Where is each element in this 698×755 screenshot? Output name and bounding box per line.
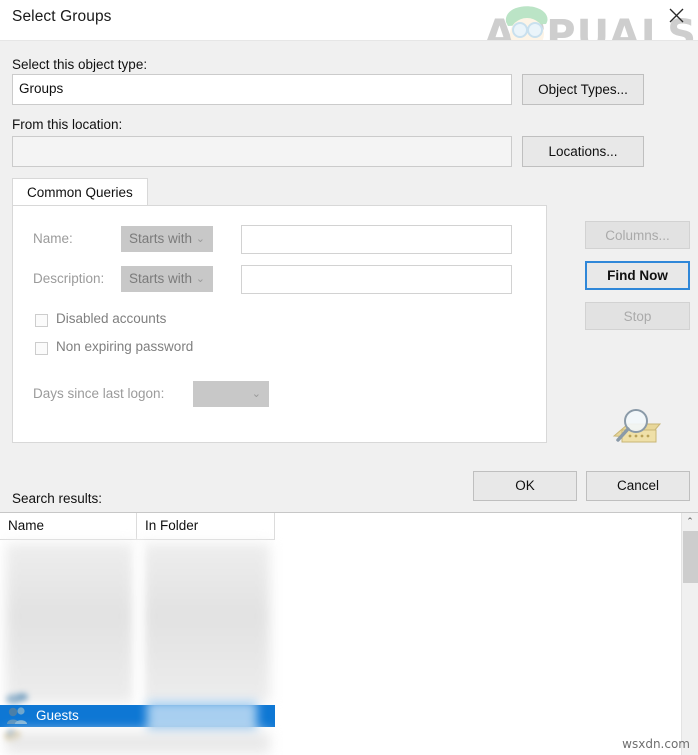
search-results-list: Name In Folder Guests ⌃ — [0, 512, 698, 755]
description-label: Description: — [33, 271, 105, 286]
name-operator-value: Starts with — [129, 231, 193, 246]
object-types-button[interactable]: Object Types... — [522, 74, 644, 105]
tab-common-queries[interactable]: Common Queries — [12, 178, 148, 206]
close-icon[interactable] — [658, 2, 694, 28]
title-bar: Select Groups APPUALS — [0, 0, 698, 58]
redacted-folder-column — [142, 543, 270, 703]
cancel-button[interactable]: Cancel — [586, 471, 690, 501]
dialog-content: Select this object type: Groups Object T… — [0, 40, 698, 516]
locations-button[interactable]: Locations... — [522, 136, 644, 167]
disabled-accounts-checkbox[interactable] — [35, 314, 48, 327]
days-since-last-logon-select[interactable]: ⌄ — [193, 381, 269, 407]
name-input[interactable] — [241, 225, 512, 254]
non-expiring-password-checkbox[interactable] — [35, 342, 48, 355]
chevron-down-icon: ⌄ — [195, 233, 205, 245]
redacted-rows-bottom — [6, 731, 270, 755]
object-type-field[interactable]: Groups — [12, 74, 512, 105]
common-queries-panel: Name: Starts with ⌄ Description: Starts … — [12, 205, 547, 443]
location-field[interactable] — [12, 136, 512, 167]
partial-row-below-selection — [4, 727, 264, 743]
results-scrollbar[interactable]: ⌃ — [681, 513, 698, 755]
table-row-name: Guests — [36, 708, 79, 723]
column-header-in-folder[interactable]: In Folder — [137, 513, 275, 540]
search-results-label: Search results: — [12, 491, 103, 506]
column-header-name[interactable]: Name — [0, 513, 137, 540]
description-operator-value: Starts with — [129, 271, 193, 286]
chevron-down-icon: ⌄ — [251, 388, 261, 400]
table-row[interactable]: Guests — [0, 705, 275, 727]
location-label: From this location: — [12, 117, 123, 132]
description-operator-select[interactable]: Starts with ⌄ — [121, 266, 213, 292]
chevron-down-icon: ⌄ — [195, 273, 205, 285]
name-operator-select[interactable]: Starts with ⌄ — [121, 226, 213, 252]
ok-button[interactable]: OK — [473, 471, 577, 501]
disabled-accounts-label: Disabled accounts — [56, 311, 167, 326]
search-magnifier-icon — [608, 406, 666, 454]
partial-row-above-selection — [4, 691, 264, 705]
find-now-button[interactable]: Find Now — [585, 261, 690, 290]
scroll-up-icon[interactable]: ⌃ — [682, 513, 698, 530]
select-groups-dialog: Select Groups APPUALS Select this object… — [0, 0, 698, 755]
description-input[interactable] — [241, 265, 512, 294]
tab-strip: Common Queries — [12, 178, 547, 206]
stop-button[interactable]: Stop — [585, 302, 690, 330]
non-expiring-password-label: Non expiring password — [56, 339, 194, 354]
days-since-last-logon-label: Days since last logon: — [33, 386, 165, 401]
scrollbar-thumb[interactable] — [683, 531, 698, 583]
redacted-name-column — [6, 543, 134, 703]
page-title: Select Groups — [12, 8, 112, 25]
object-type-label: Select this object type: — [12, 57, 148, 72]
name-label: Name: — [33, 231, 73, 246]
redaction-column-gap — [134, 541, 144, 707]
columns-button[interactable]: Columns... — [585, 221, 690, 249]
group-icon — [7, 707, 27, 724]
